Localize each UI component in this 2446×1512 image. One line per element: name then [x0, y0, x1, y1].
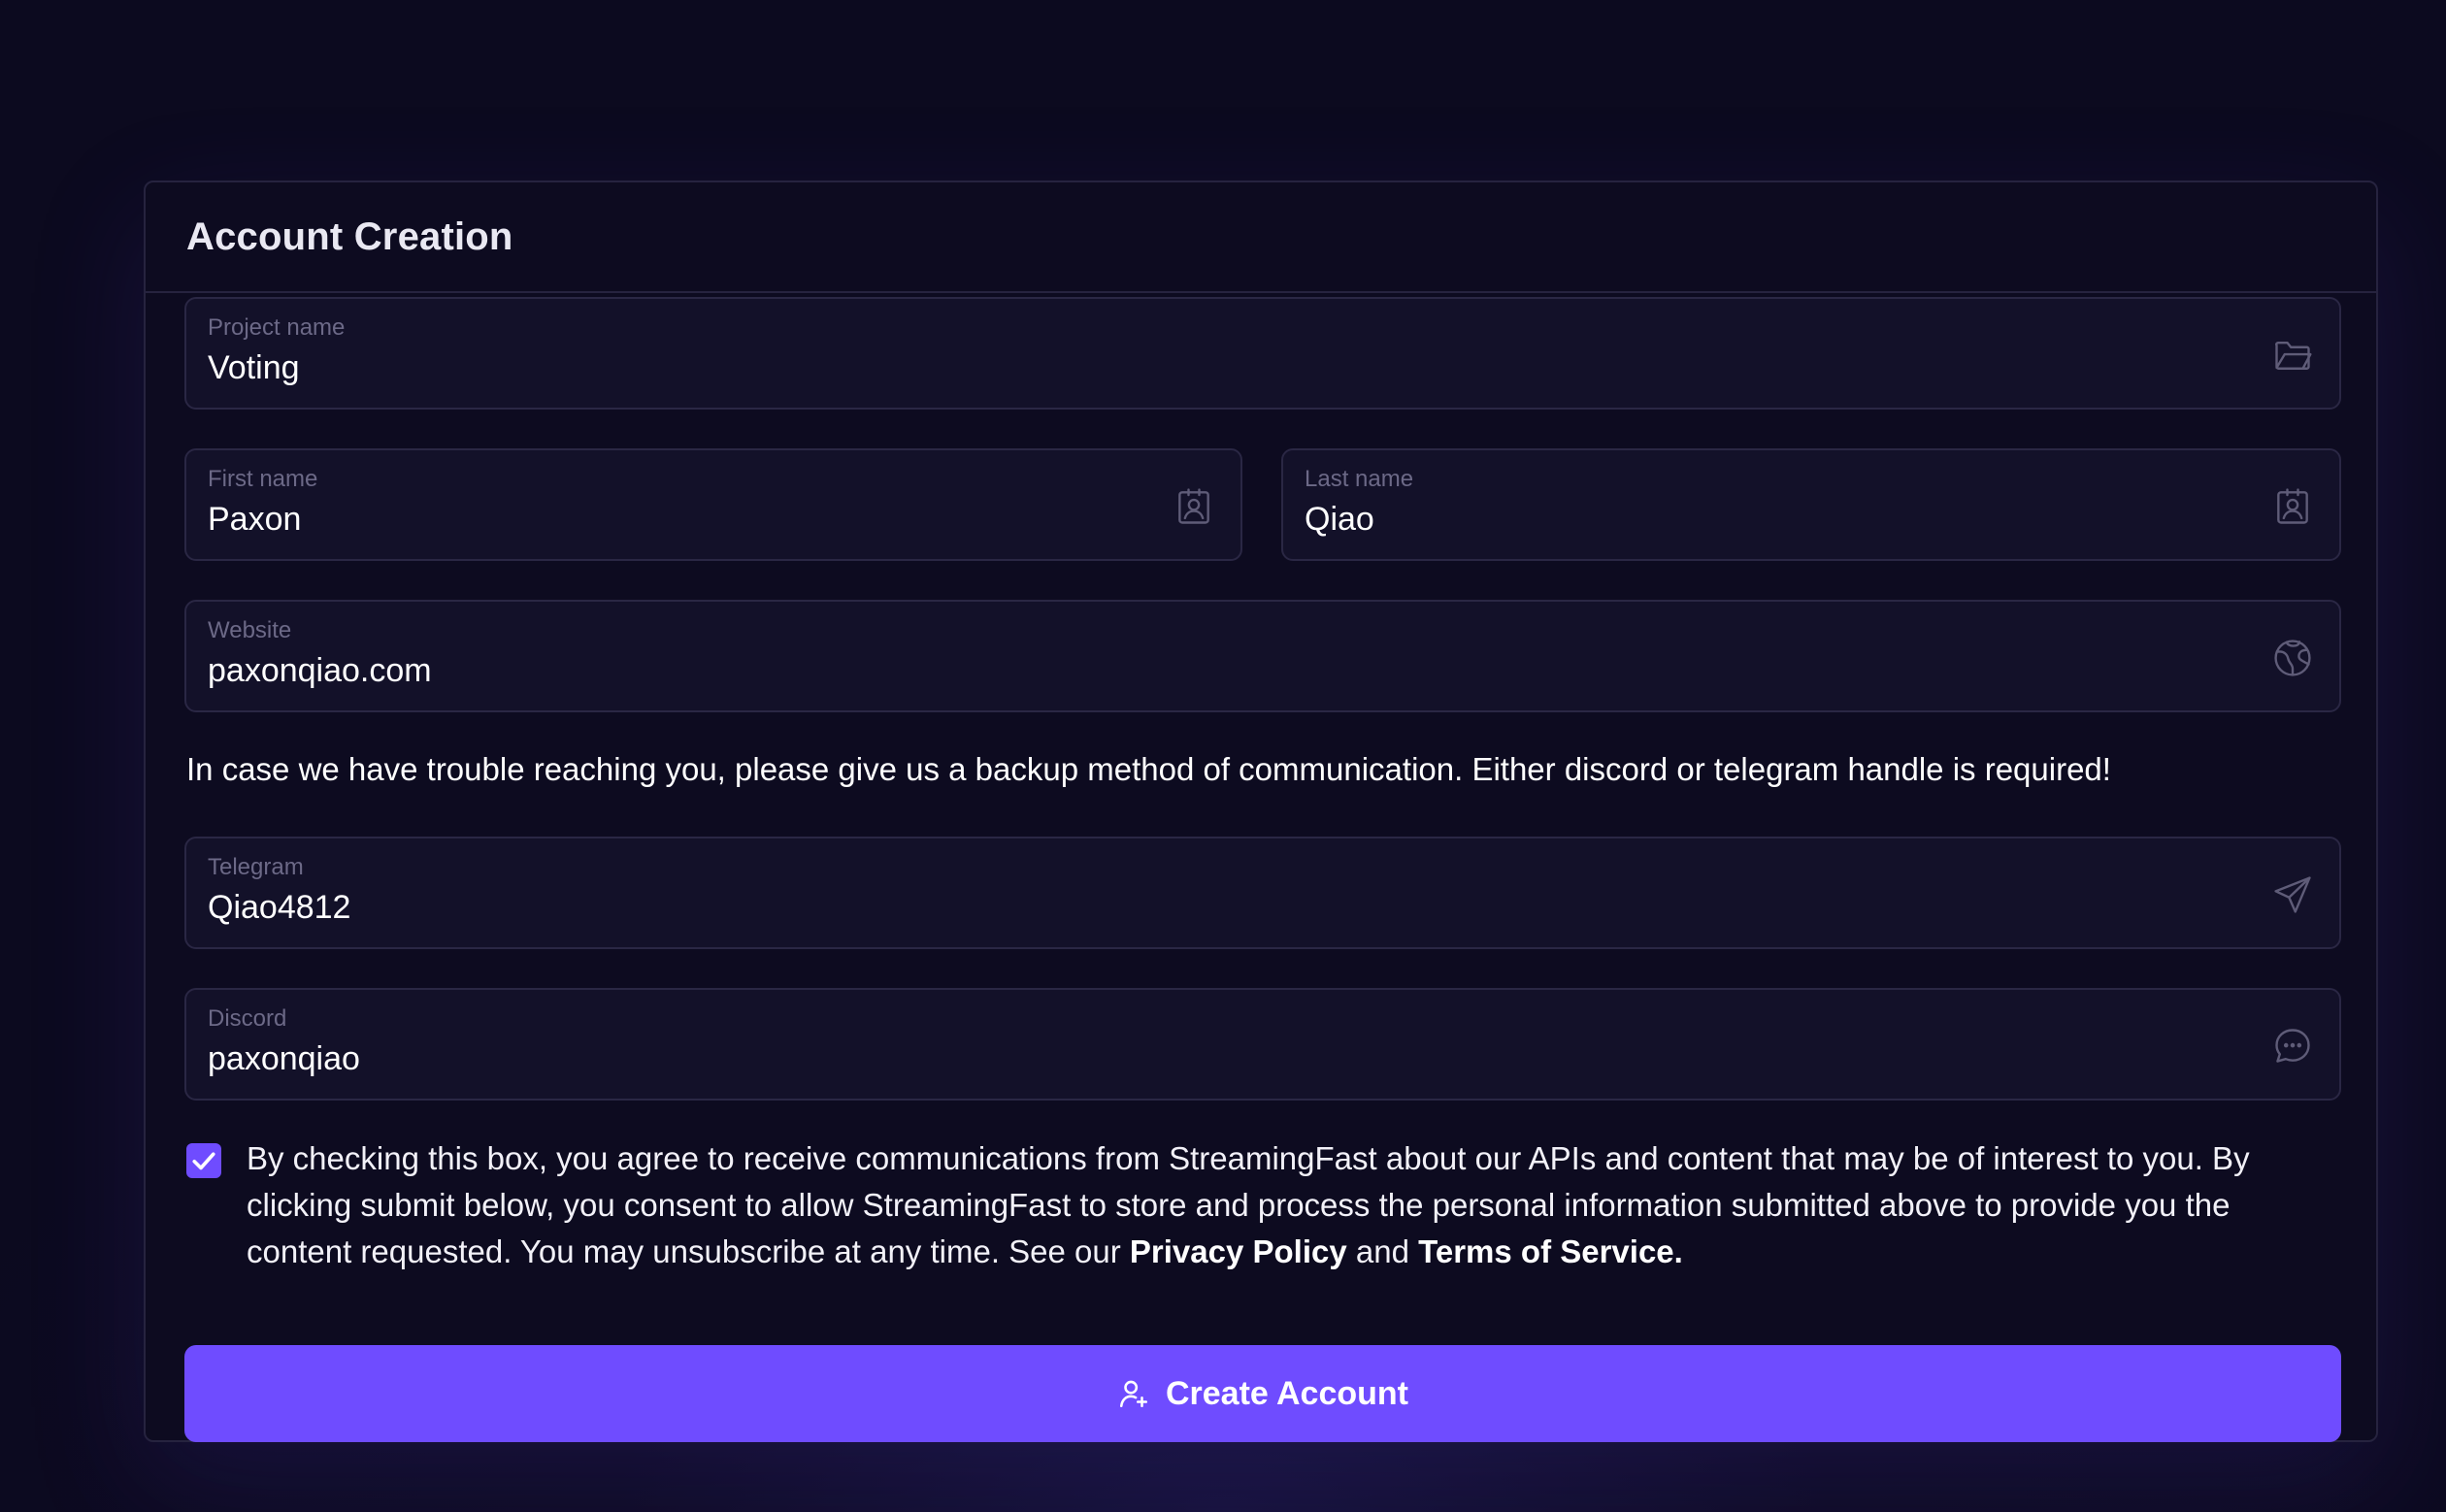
- last-name-label: Last name: [1305, 466, 1414, 492]
- telegram-label: Telegram: [208, 854, 304, 880]
- discord-field[interactable]: Discord: [184, 988, 2341, 1101]
- project-name-input[interactable]: [208, 349, 2244, 387]
- discord-label: Discord: [208, 1005, 287, 1032]
- project-name-field[interactable]: Project name: [184, 297, 2341, 410]
- website-input[interactable]: [208, 652, 2244, 690]
- account-creation-card: Account Creation Project name First name…: [144, 181, 2378, 1442]
- first-name-input[interactable]: [208, 501, 1145, 539]
- website-field[interactable]: Website: [184, 600, 2341, 712]
- first-name-field[interactable]: First name: [184, 448, 1242, 561]
- privacy-policy-link[interactable]: Privacy Policy: [1130, 1233, 1347, 1269]
- contact-badge-icon: [1173, 485, 1215, 528]
- consent-and: and: [1346, 1233, 1419, 1269]
- consent-period: .: [1673, 1233, 1683, 1269]
- backup-contact-note: In case we have trouble reaching you, pl…: [186, 751, 2111, 787]
- consent-checkbox[interactable]: [186, 1143, 221, 1178]
- consent-text: By checking this box, you agree to recei…: [247, 1135, 2343, 1275]
- last-name-input[interactable]: [1305, 501, 2244, 539]
- checkmark-icon: [192, 1152, 215, 1170]
- contact-badge-icon: [2271, 485, 2314, 528]
- page-title: Account Creation: [186, 215, 513, 258]
- send-icon: [2271, 873, 2314, 916]
- create-account-label: Create Account: [1165, 1374, 1409, 1412]
- terms-of-service-link[interactable]: Terms of Service: [1418, 1233, 1674, 1269]
- chat-bubble-icon: [2271, 1025, 2314, 1068]
- add-user-icon: [1117, 1377, 1150, 1410]
- globe-icon: [2271, 637, 2314, 679]
- create-account-button[interactable]: Create Account: [184, 1345, 2341, 1442]
- card-header: Account Creation: [146, 182, 2376, 293]
- website-label: Website: [208, 617, 292, 643]
- project-name-label: Project name: [208, 314, 346, 341]
- discord-input[interactable]: [208, 1040, 2244, 1078]
- telegram-field[interactable]: Telegram: [184, 837, 2341, 949]
- first-name-label: First name: [208, 466, 318, 492]
- last-name-field[interactable]: Last name: [1281, 448, 2341, 561]
- folder-icon: [2271, 334, 2314, 377]
- telegram-input[interactable]: [208, 889, 2244, 927]
